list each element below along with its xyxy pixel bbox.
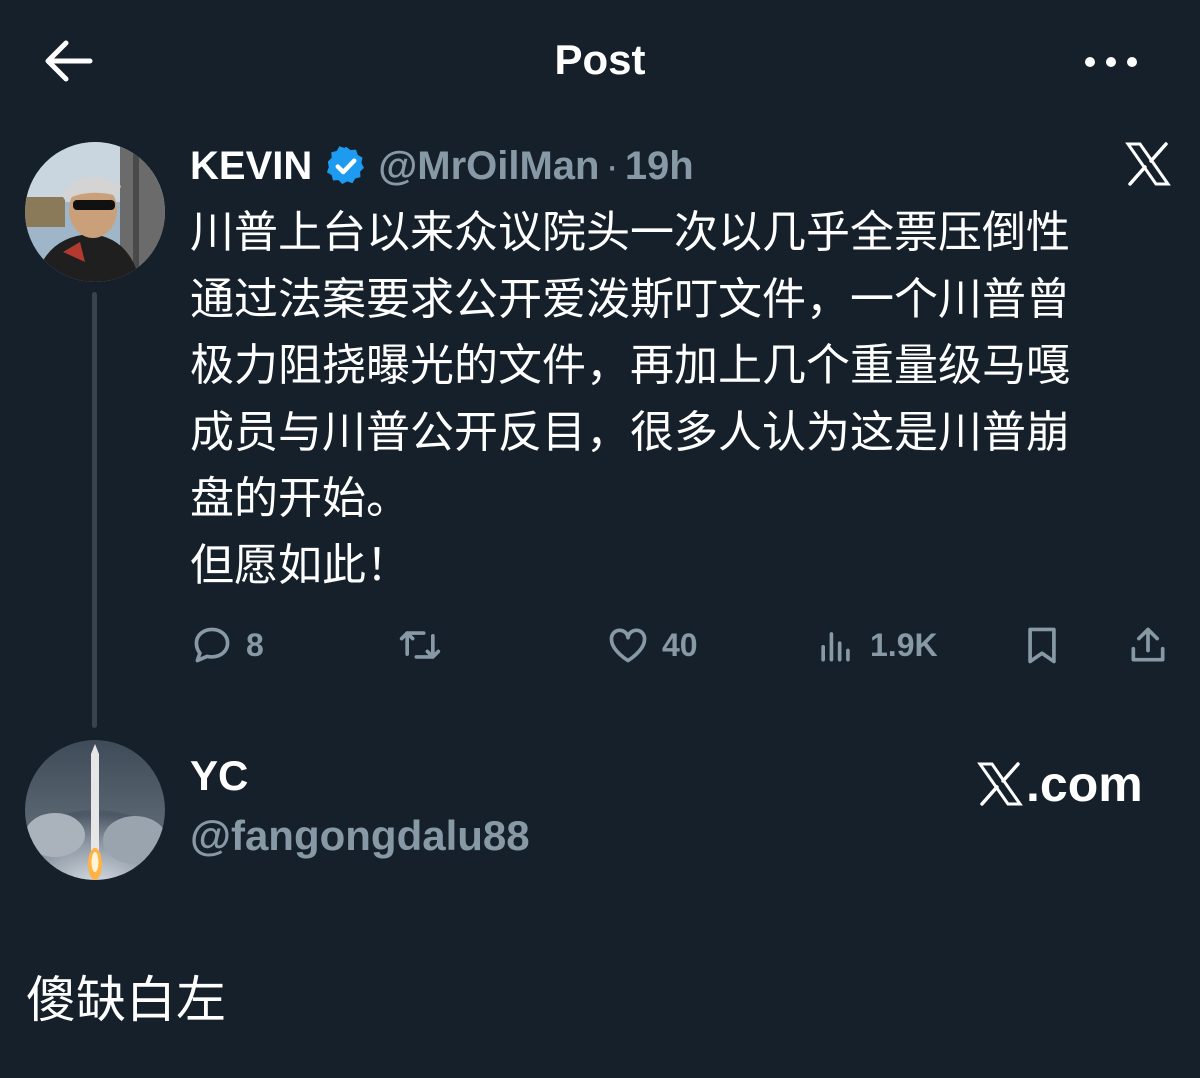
heart-icon: [609, 628, 647, 663]
tweet-author-row: KEVIN @MrOilMan · 19h: [190, 138, 694, 194]
retweet-button[interactable]: [398, 620, 442, 670]
share-icon: [1131, 627, 1165, 662]
author-handle[interactable]: @MrOilMan: [378, 144, 599, 189]
analytics-icon: [821, 632, 850, 662]
reply-body: 傻缺白左: [26, 972, 226, 1028]
bookmark-icon: [1028, 627, 1056, 664]
retweet-icon: [399, 631, 441, 659]
verified-badge-icon: [327, 146, 365, 184]
post-timestamp[interactable]: 19h: [625, 144, 694, 189]
more-horizontal-icon[interactable]: [1082, 52, 1140, 72]
x-logo-icon: [1125, 142, 1171, 186]
watermark-domain: .com: [1026, 756, 1143, 812]
reply-count: 8: [246, 626, 264, 663]
x-logo-icon: [977, 762, 1023, 806]
like-count: 40: [662, 626, 698, 663]
thread-connector-line: [92, 292, 97, 728]
views-count: 1.9K: [870, 626, 938, 663]
comment-icon: [194, 627, 230, 663]
like-button[interactable]: 40: [606, 620, 698, 670]
reply-button[interactable]: 8: [190, 620, 264, 670]
avatar-kevin[interactable]: [25, 142, 165, 282]
bookmark-button[interactable]: [1020, 620, 1064, 670]
views-button[interactable]: 1.9K: [814, 620, 938, 670]
top-bar: Post: [0, 0, 1200, 120]
display-name[interactable]: KEVIN: [190, 144, 312, 189]
reply-author-handle[interactable]: @fangongdalu88: [190, 812, 530, 860]
meta-separator: ·: [605, 143, 619, 188]
x-com-watermark: .com: [976, 756, 1143, 812]
page-title: Post: [554, 36, 646, 83]
tweet-body: 川普上台以来众议院头一次以几乎全票压倒性 通过法案要求公开爱泼斯叮文件，一个川普…: [190, 208, 1070, 590]
avatar-yc[interactable]: [25, 740, 165, 880]
reply-display-name[interactable]: YC: [190, 752, 248, 800]
share-button[interactable]: [1126, 620, 1170, 670]
